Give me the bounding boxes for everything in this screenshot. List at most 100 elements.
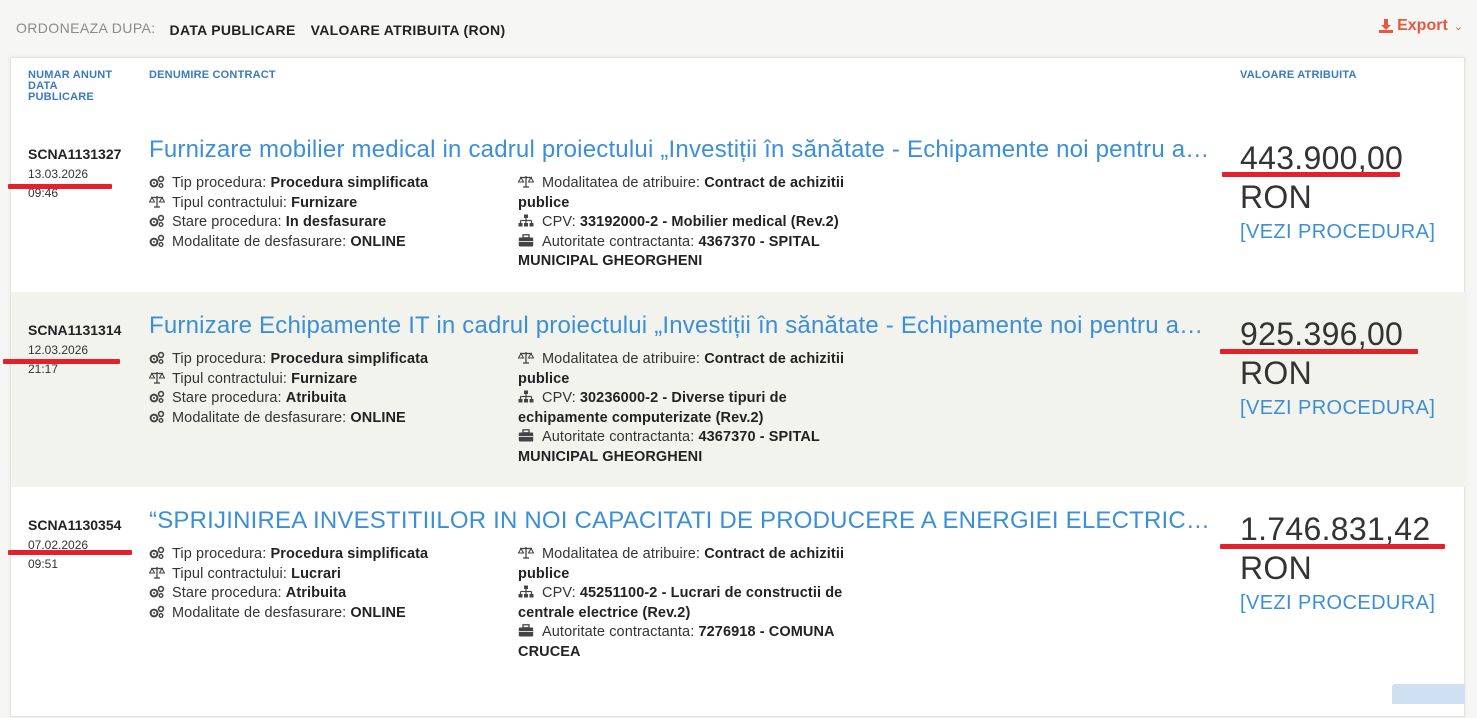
detail-mod-atr: Modalitatea de atribuire: Contract de ac… — [518, 174, 863, 213]
contract-title-link[interactable]: “SPRIJINIREA INVESTITIILOR IN NOI CAPACI… — [149, 507, 1219, 535]
detail-value: ONLINE — [350, 604, 406, 621]
detail-label: Tip procedura: — [172, 175, 271, 191]
detail-value: ONLINE — [350, 409, 406, 426]
contract-title-link[interactable]: Furnizare Echipamente IT in cadrul proie… — [149, 312, 1219, 340]
briefcase-icon — [518, 233, 534, 247]
scroll-top-button[interactable] — [1392, 684, 1465, 704]
contract-details: Modalitatea de atribuire: Contract de ac… — [518, 174, 863, 272]
detail-mod-desf: Modalitate de desfasurare: ONLINE — [149, 409, 509, 429]
detail-label: Stare procedura: — [172, 214, 286, 231]
detail-label: Modalitate de desfasurare: — [172, 233, 351, 250]
announcement-number: SCNA1130354 — [28, 517, 122, 533]
annotation-underline — [8, 550, 132, 555]
table-row: SCNA1130354 07.02.2026 09:51 “SPRIJINIRE… — [8, 487, 1466, 718]
detail-cpv: CPV: 30236000-2 - Diverse tipuri de echi… — [518, 389, 863, 428]
detail-autoritate: Autoritate contractanta: 4367370 - SPITA… — [518, 233, 863, 272]
publish-date: 07.02.2026 09:51 — [28, 536, 88, 574]
contract-title-link[interactable]: Furnizare mobilier medical in cadrul pro… — [149, 136, 1219, 164]
detail-cpv: CPV: 45251100-2 - Lucrari de constructii… — [518, 584, 863, 623]
gears-icon — [149, 410, 165, 423]
gears-icon — [149, 175, 165, 188]
announcement-number: SCNA1131327 — [28, 146, 122, 162]
awarded-currency: RON — [1240, 550, 1313, 586]
awarded-value: 1.746.831,42 RON — [1240, 510, 1430, 588]
publish-date-day: 13.03.2026 — [28, 167, 89, 181]
sort-option-date[interactable]: DATA PUBLICARE — [170, 22, 296, 38]
contract-details: Modalitatea de atribuire: Contract de ac… — [518, 350, 863, 468]
gears-icon — [149, 390, 165, 404]
download-icon — [1379, 19, 1394, 33]
announcement-number: SCNA1131314 — [28, 322, 122, 338]
scales-icon — [518, 176, 534, 188]
sitemap-icon — [518, 214, 534, 227]
scales-icon — [149, 566, 165, 579]
annotation-underline — [1220, 349, 1418, 354]
detail-autoritate: Autoritate contractanta: 4367370 - SPITA… — [518, 428, 863, 467]
header-value[interactable]: VALOARE ATRIBUITA — [1240, 70, 1357, 81]
detail-value: Furnizare — [291, 194, 358, 211]
sort-label: ORDONEAZA DUPA: — [16, 20, 156, 36]
briefcase-icon — [518, 624, 534, 637]
publish-date-day: 12.03.2026 — [28, 343, 89, 357]
procedure-details: Tip procedura: Procedura simplificata Ti… — [149, 174, 509, 252]
awarded-currency: RON — [1240, 179, 1313, 215]
detail-label: Autoritate contractanta: — [542, 429, 699, 446]
table-row: SCNA1131314 12.03.2026 21:17 Furnizare E… — [3, 292, 1466, 487]
detail-mod-atr: Modalitatea de atribuire: Contract de ac… — [518, 350, 863, 389]
sort-option-value[interactable]: VALOARE ATRIBUITA (RON) — [311, 22, 506, 38]
briefcase-icon — [518, 429, 534, 442]
detail-label: Modalitate de desfasurare: — [172, 409, 351, 426]
detail-stare: Stare procedura: Atribuita — [149, 389, 509, 409]
detail-label: Modalitatea de atribuire: — [542, 546, 705, 562]
detail-label: Autoritate contractanta: — [542, 624, 699, 641]
gears-icon — [149, 585, 165, 599]
view-procedure-link[interactable]: [VEZI PROCEDURA] — [1240, 592, 1435, 615]
detail-mod-desf: Modalitate de desfasurare: ONLINE — [149, 233, 509, 253]
gears-icon — [149, 234, 165, 247]
detail-label: Tip procedura: — [172, 351, 271, 367]
detail-value: 33192000-2 - Mobilier medical (Rev.2) — [579, 214, 839, 231]
detail-value: Procedura simplificata — [270, 175, 429, 191]
export-button[interactable]: Export ⌄ — [1379, 17, 1463, 35]
detail-value: Procedura simplificata — [270, 546, 429, 562]
detail-value: Procedura simplificata — [270, 351, 429, 367]
chevron-down-icon: ⌄ — [1453, 20, 1463, 33]
scales-icon — [149, 195, 165, 208]
detail-autoritate: Autoritate contractanta: 7276918 - COMUN… — [518, 623, 863, 662]
gears-icon — [149, 214, 165, 228]
detail-value: Atribuita — [285, 390, 347, 407]
detail-label: Autoritate contractanta: — [542, 233, 699, 250]
detail-mod-atr: Modalitatea de atribuire: Contract de ac… — [518, 545, 863, 584]
awarded-value: 443.900,00 RON — [1240, 139, 1403, 217]
detail-value: Lucrari — [291, 565, 341, 582]
detail-label: Modalitatea de atribuire: — [542, 175, 705, 191]
header-publicare-label: PUBLICARE — [28, 91, 94, 103]
header-name[interactable]: DENUMIRE CONTRACT — [149, 70, 276, 81]
annotation-underline — [1220, 544, 1445, 549]
detail-label: Tipul contractului: — [172, 194, 292, 211]
detail-label: Modalitate de desfasurare: — [172, 604, 351, 621]
gears-icon — [149, 546, 165, 559]
detail-value: Furnizare — [291, 370, 358, 387]
sort-bar: ORDONEAZA DUPA: DATA PUBLICARE VALOARE A… — [0, 0, 1477, 58]
awarded-currency: RON — [1240, 355, 1313, 391]
view-procedure-link[interactable]: [VEZI PROCEDURA] — [1240, 221, 1435, 244]
awarded-value: 925.396,00 RON — [1240, 315, 1403, 393]
results-panel: NUMAR ANUNT DATA PUBLICARE DENUMIRE CONT… — [3, 57, 1466, 718]
sitemap-icon — [518, 585, 534, 598]
gears-icon — [149, 605, 165, 618]
table-row: SCNA1131327 13.03.2026 09:46 Furnizare m… — [8, 116, 1466, 292]
detail-value: Atribuita — [285, 585, 347, 602]
detail-value: In desfasurare — [285, 214, 387, 231]
detail-value: ONLINE — [350, 233, 406, 250]
detail-tip: Tip procedura: Procedura simplificata — [149, 545, 509, 565]
detail-stare: Stare procedura: Atribuita — [149, 584, 509, 604]
detail-label: Tipul contractului: — [172, 565, 292, 582]
export-label: Export — [1397, 17, 1448, 34]
detail-label: CPV: — [542, 585, 580, 602]
header-num[interactable]: NUMAR ANUNT DATA PUBLICARE — [28, 70, 112, 103]
detail-label: Modalitatea de atribuire: — [542, 351, 705, 367]
view-procedure-link[interactable]: [VEZI PROCEDURA] — [1240, 397, 1435, 420]
procedure-details: Tip procedura: Procedura simplificata Ti… — [149, 350, 509, 428]
detail-tipul: Tipul contractului: Furnizare — [149, 370, 509, 390]
